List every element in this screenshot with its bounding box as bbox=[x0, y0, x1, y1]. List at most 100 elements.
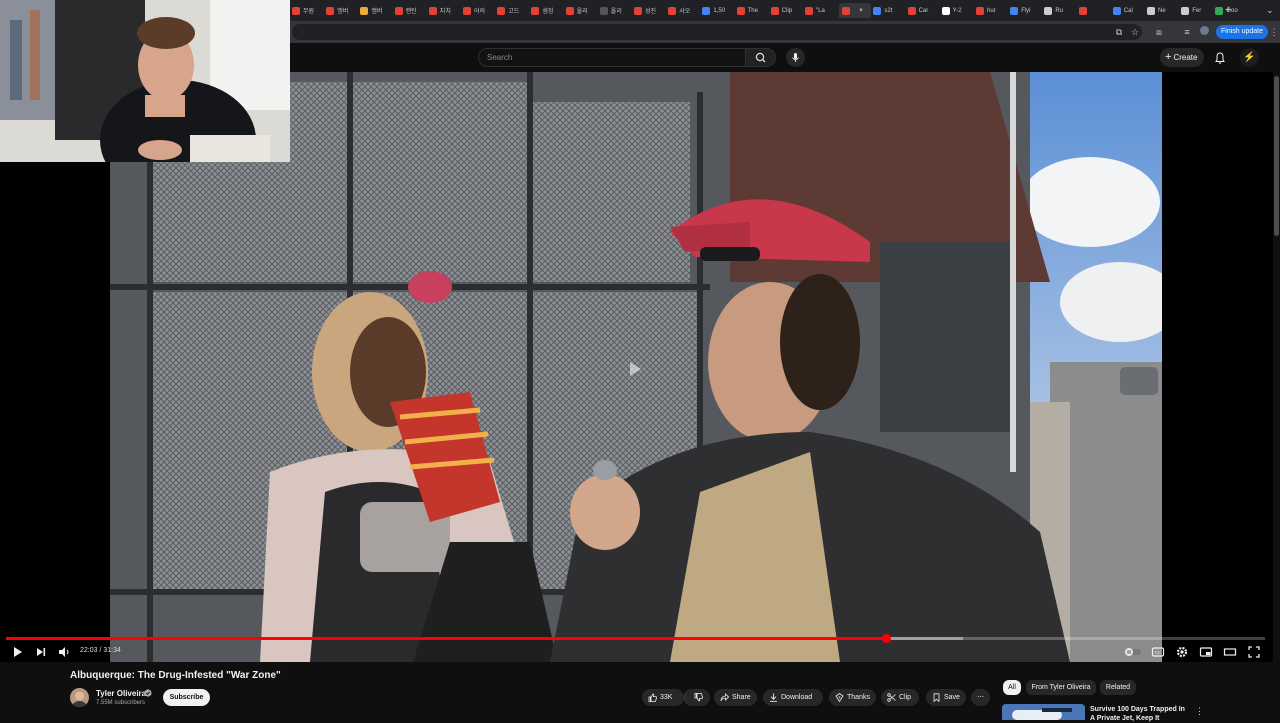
recommendation-thumbnail[interactable] bbox=[1002, 704, 1085, 720]
clip-label: Clip bbox=[899, 694, 912, 701]
browser-tab[interactable]: 무원 bbox=[292, 3, 324, 18]
subtitles-icon[interactable]: CC bbox=[1151, 645, 1165, 659]
browser-tab[interactable]: 올리 bbox=[599, 3, 632, 18]
browser-tab[interactable]: Y-2 bbox=[941, 3, 974, 18]
save-button[interactable]: Save bbox=[926, 689, 966, 706]
browser-tab[interactable]: 사오 bbox=[668, 3, 700, 18]
tab-label: Fer bbox=[1192, 7, 1202, 14]
browser-tab[interactable]: Ne bbox=[1147, 3, 1179, 18]
tab-favicon-icon bbox=[770, 6, 779, 15]
browser-tab[interactable]: Clip bbox=[770, 3, 803, 18]
tab-favicon-icon bbox=[736, 6, 745, 15]
browser-tab[interactable]: 샘징 bbox=[531, 3, 563, 18]
tab-close-icon[interactable]: × bbox=[859, 8, 863, 14]
browser-tab[interactable]: hur bbox=[976, 3, 1008, 18]
browser-tab[interactable]: The bbox=[736, 3, 769, 18]
browser-tab[interactable]: Ru bbox=[1044, 3, 1076, 18]
download-button[interactable]: Download bbox=[763, 689, 823, 706]
browser-tab[interactable]: 올리 bbox=[565, 3, 598, 18]
browser-tab[interactable]: 앰버 bbox=[326, 3, 358, 18]
tab-label: The bbox=[747, 7, 758, 14]
tab-favicon-icon bbox=[907, 6, 916, 15]
browser-tab[interactable]: 1,50 bbox=[702, 3, 734, 18]
account-avatar[interactable]: ⚡ bbox=[1240, 48, 1259, 67]
recommendation-menu-icon[interactable]: ⋮ bbox=[1195, 706, 1204, 716]
page-scrollbar-thumb[interactable] bbox=[1274, 76, 1279, 236]
settings-gear-icon[interactable] bbox=[1175, 645, 1189, 659]
download-label: Download bbox=[781, 694, 813, 701]
subscribe-button[interactable]: Subscribe bbox=[163, 689, 210, 706]
progress-bar[interactable] bbox=[6, 634, 1265, 643]
tab-label: 샘징 bbox=[542, 9, 554, 15]
browser-tab[interactable]: Cal bbox=[1112, 3, 1145, 18]
thanks-button[interactable]: $ Thanks bbox=[829, 689, 876, 706]
browser-tab[interactable]: 앰버 bbox=[360, 3, 392, 18]
chip-from-channel[interactable]: From Tyler Oliveira bbox=[1026, 680, 1096, 695]
progress-scrubber[interactable] bbox=[881, 634, 891, 643]
microphone-icon bbox=[792, 53, 799, 62]
autoplay-toggle-icon[interactable] bbox=[1124, 645, 1142, 659]
search-input[interactable]: Search bbox=[478, 48, 746, 67]
browser-tab[interactable]: 지치 bbox=[428, 3, 461, 18]
clip-button[interactable]: Clip bbox=[881, 689, 919, 706]
install-app-icon[interactable]: ⧉ bbox=[1113, 26, 1125, 38]
browser-tab[interactable]: × bbox=[839, 3, 872, 18]
browser-tab[interactable]: Fer bbox=[1181, 3, 1213, 18]
browser-tab[interactable]: Flyi bbox=[1010, 3, 1042, 18]
tab-favicon-icon bbox=[941, 6, 950, 15]
browser-tab[interactable] bbox=[1078, 3, 1111, 18]
tab-favicon-icon bbox=[599, 6, 608, 15]
tab-label: Ne bbox=[1158, 7, 1166, 14]
voice-search-button[interactable] bbox=[786, 48, 805, 67]
create-button[interactable]: + Create bbox=[1160, 48, 1204, 67]
thumbs-up-icon bbox=[648, 693, 657, 702]
more-actions-button[interactable]: ⋯ bbox=[971, 689, 990, 706]
recommendation-title[interactable]: Survive 100 Days Trapped In A Private Je… bbox=[1090, 705, 1190, 723]
address-bar[interactable] bbox=[292, 24, 1142, 40]
like-count: 33K bbox=[660, 694, 673, 701]
window-minimize-icon[interactable]: ⌄ bbox=[1266, 4, 1276, 16]
bookmark-star-icon[interactable]: ☆ bbox=[1129, 26, 1141, 38]
verified-badge-icon bbox=[144, 689, 152, 697]
volume-icon[interactable] bbox=[57, 645, 71, 659]
save-label: Save bbox=[944, 694, 960, 701]
browser-tab[interactable]: 성진 bbox=[634, 3, 666, 18]
miniplayer-icon[interactable] bbox=[1199, 645, 1213, 659]
like-button[interactable]: 33K bbox=[642, 689, 684, 706]
new-tab-icon[interactable]: + bbox=[1225, 4, 1235, 16]
play-icon[interactable] bbox=[11, 645, 25, 659]
notifications-bell-icon[interactable] bbox=[1212, 50, 1228, 66]
share-button[interactable]: Share bbox=[714, 689, 757, 706]
search-icon bbox=[755, 52, 766, 63]
next-video-icon[interactable] bbox=[34, 645, 48, 659]
save-bookmark-icon bbox=[933, 693, 940, 702]
tab-favicon-icon bbox=[497, 6, 506, 15]
finish-update-button[interactable]: Finish update bbox=[1216, 25, 1268, 39]
browser-tab[interactable]: "La bbox=[805, 3, 837, 18]
channel-avatar[interactable] bbox=[70, 688, 89, 707]
browser-menu-icon[interactable]: ⋮ bbox=[1268, 26, 1280, 38]
search-button[interactable] bbox=[746, 48, 776, 67]
fullscreen-icon[interactable] bbox=[1247, 645, 1261, 659]
channel-name[interactable]: Tyler Oliveira bbox=[96, 689, 146, 698]
download-icon bbox=[770, 693, 777, 702]
tab-label: 성진 bbox=[645, 9, 657, 15]
chip-all[interactable]: All bbox=[1003, 680, 1021, 695]
tab-label: 어의 bbox=[474, 9, 486, 15]
tab-label: Clip bbox=[781, 7, 793, 14]
tab-favicon-icon bbox=[1147, 6, 1155, 15]
dislike-button[interactable] bbox=[684, 689, 710, 706]
tab-label: Ru bbox=[1055, 7, 1064, 14]
browser-tab[interactable]: 캔틴 bbox=[394, 3, 427, 18]
theater-mode-icon[interactable] bbox=[1223, 645, 1237, 659]
tab-label: Cal bbox=[1123, 7, 1133, 14]
chip-related[interactable]: Related bbox=[1100, 680, 1136, 695]
extensions-icon[interactable]: ⧈ bbox=[1153, 26, 1165, 38]
browser-tab[interactable]: 어의 bbox=[463, 3, 495, 18]
tab-favicon-icon bbox=[805, 6, 813, 15]
media-controls-icon[interactable]: ≡ bbox=[1181, 26, 1193, 38]
browser-tab[interactable]: s2t bbox=[873, 3, 905, 18]
profile-icon[interactable] bbox=[1198, 26, 1210, 38]
browser-tab[interactable]: 고드 bbox=[497, 3, 529, 18]
browser-tab[interactable]: Car bbox=[907, 3, 940, 18]
